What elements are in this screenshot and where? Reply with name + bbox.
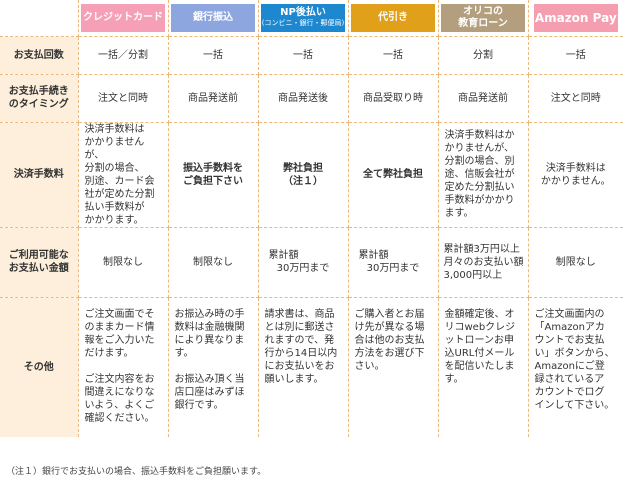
cell-timing-orico: 商品発送前	[437, 73, 529, 123]
footnote: （注１）銀行でお支払いの場合、振込手数料をご負担願います。	[6, 467, 267, 477]
cell-timing-amazon: 注文と同時	[527, 73, 623, 123]
payment-comparison: クレジットカード 銀行振込 NP後払い (コンビニ・銀行・郵便局) 代引き オリコ…	[0, 0, 630, 499]
header-amazon: Amazon Pay	[527, 0, 623, 37]
tab-credit-card: クレジットカード	[81, 3, 165, 32]
cell-other-credit: ご注文画面でそ のままカード情 報をご入力いた だけます。 ご注文内容をお 間違…	[77, 296, 169, 437]
cell-limit-np: 累計額 30万円まで	[257, 226, 349, 298]
limit-label-line2: お支払い金額	[8, 263, 69, 274]
limit-orico-line3: 3,000円以上	[443, 269, 503, 281]
header-cod: 代引き	[347, 0, 439, 37]
limit-cod-line1: 累計額	[358, 250, 389, 261]
row-label-fee: 決済手数料	[0, 121, 79, 228]
cell-fee-np: 弊社負担 （注１）	[257, 121, 349, 228]
timing-label-line2: のタイミング	[8, 99, 69, 110]
tab-bank-transfer: 銀行振込	[171, 3, 255, 32]
header-bank: 銀行振込	[167, 0, 259, 37]
cell-other-cod: ご購入者とお届 け先が異なる場 合は他のお支払 方法をお選び下 さい。	[347, 296, 439, 437]
cell-fee-credit: 決済手数料は かかりませんが、 分割の場合、 別途、カード会 社が定めた分割 払…	[77, 121, 169, 228]
cell-other-amazon: ご注文画面内の 「Amazonアカ ウントでお支払 い」ボタンから、 Amazo…	[527, 296, 623, 437]
fee-bank-line1: 振込手数料を	[183, 162, 243, 174]
cell-fee-bank: 振込手数料を ご負担下さい	[167, 121, 259, 228]
fee-amazon-line2: かかりません。	[540, 175, 611, 187]
cell-limit-cod: 累計額 30万円まで	[347, 226, 439, 298]
tab-amazon-pay: Amazon Pay	[533, 3, 618, 32]
cell-count-credit: 一括／分割	[77, 35, 169, 75]
limit-np-line2: 30万円まで	[276, 263, 330, 274]
limit-cod-line2: 30万円まで	[366, 263, 420, 274]
cell-fee-amazon: 決済手数料は かかりません。	[527, 121, 623, 228]
row-count: お支払回数 一括／分割 一括 一括 一括 分割 一括	[0, 35, 623, 75]
row-label-other: その他	[0, 296, 79, 437]
fee-np-line2: （注１）	[283, 175, 323, 187]
limit-np-line1: 累計額	[268, 250, 299, 261]
payment-methods-table: クレジットカード 銀行振込 NP後払い (コンビニ・銀行・郵便局) 代引き オリコ…	[0, 0, 623, 437]
tab-cash-on-delivery: 代引き	[351, 3, 435, 32]
cell-count-bank: 一括	[167, 35, 259, 75]
corner-cell	[0, 0, 79, 37]
row-label-timing: お支払手続き のタイミング	[0, 73, 79, 123]
tab-np-postpay: NP後払い (コンビニ・銀行・郵便局)	[261, 3, 345, 32]
timing-label-line1: お支払手続き	[8, 86, 69, 97]
cell-count-cod: 一括	[347, 35, 439, 75]
fee-np-line1: 弊社負担	[283, 162, 323, 174]
row-limit: ご利用可能な お支払い金額 制限なし 制限なし 累計額 30万円まで 累計額 30万円…	[0, 226, 623, 298]
cell-fee-cod: 全て弊社負担	[347, 121, 439, 228]
cell-count-orico: 分割	[437, 35, 529, 75]
cell-count-np: 一括	[257, 35, 349, 75]
fee-amazon-line1: 決済手数料は	[545, 162, 606, 174]
cell-other-orico: 金額確定後、オ リコwebクレジ ットローンお申 込URL付メール を配信いたし…	[437, 296, 529, 437]
header-credit: クレジットカード	[77, 0, 169, 37]
cell-fee-orico: 決済手数料はか かりませんが、 分割の場合、別 途、信販会社が 定めた分割払い …	[437, 121, 529, 228]
header-orico: オリコの 教育ローン	[437, 0, 529, 37]
limit-orico-line2: 月々のお支払い額	[443, 256, 524, 268]
row-fee: 決済手数料 決済手数料は かかりませんが、 分割の場合、 別途、カード会 社が定…	[0, 121, 623, 228]
cell-limit-orico: 累計額3万円以上 月々のお支払い額 3,000円以上	[437, 226, 529, 298]
row-other: その他 ご注文画面でそ のままカード情 報をご入力いた だけます。 ご注文内容を…	[0, 296, 623, 437]
cell-other-bank: お振込み時の手 数料は金融機関 により異なりま す。 お振込み頂く当 店口座はみ…	[167, 296, 259, 437]
orico-line1: オリコの	[463, 5, 503, 17]
row-timing: お支払手続き のタイミング 注文と同時 商品発送前 商品発送後 商品受取り時 商品…	[0, 73, 623, 123]
tab-orico-loan: オリコの 教育ローン	[441, 3, 525, 32]
cell-timing-cod: 商品受取り時	[347, 73, 439, 123]
cell-limit-credit: 制限なし	[77, 226, 169, 298]
cell-timing-bank: 商品発送前	[167, 73, 259, 123]
np-title: NP後払い	[280, 7, 326, 19]
row-label-count: お支払回数	[0, 35, 79, 75]
limit-orico-line1: 累計額3万円以上	[443, 243, 520, 255]
cell-limit-bank: 制限なし	[167, 226, 259, 298]
row-label-limit: ご利用可能な お支払い金額	[0, 226, 79, 298]
header-row: クレジットカード 銀行振込 NP後払い (コンビニ・銀行・郵便局) 代引き オリコ…	[0, 0, 623, 37]
fee-bank-line2: ご負担下さい	[183, 175, 243, 187]
cell-other-np: 請求書は、商品 とは別に郵送さ れますので、発 行から14日以内 にお支払いをお…	[257, 296, 349, 437]
cell-count-amazon: 一括	[527, 35, 623, 75]
np-subtitle: (コンビニ・銀行・郵便局)	[261, 19, 345, 28]
limit-label-line1: ご利用可能な	[8, 250, 69, 261]
orico-line2: 教育ローン	[458, 17, 508, 29]
cell-limit-amazon: 制限なし	[527, 226, 623, 298]
header-np: NP後払い (コンビニ・銀行・郵便局)	[257, 0, 349, 37]
cell-timing-np: 商品発送後	[257, 73, 349, 123]
cell-timing-credit: 注文と同時	[77, 73, 169, 123]
